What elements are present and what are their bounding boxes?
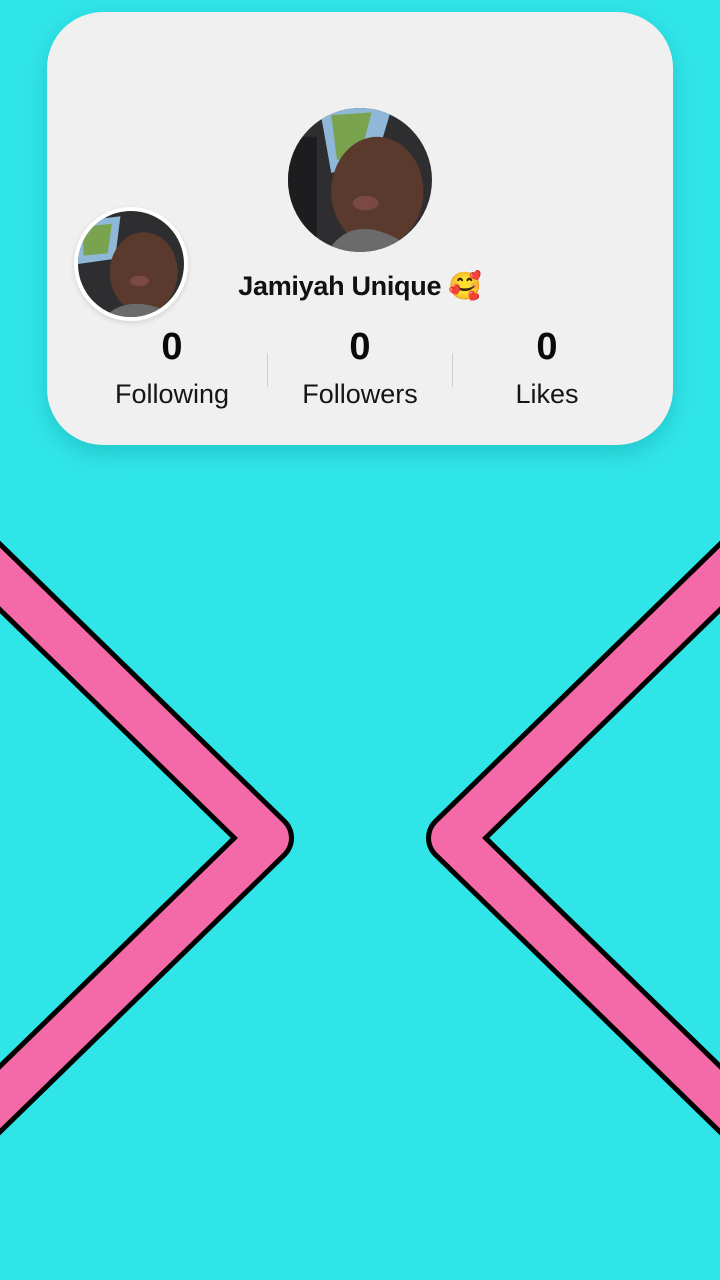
stat-followers[interactable]: 0 Followers	[275, 322, 445, 414]
chevron-decoration	[0, 540, 720, 1136]
stat-following[interactable]: 0 Following	[87, 322, 257, 414]
followers-count: 0	[349, 326, 371, 368]
avatar-photo	[288, 108, 432, 252]
stat-divider	[452, 353, 453, 387]
profile-avatar[interactable]	[288, 108, 432, 252]
likes-label: Likes	[515, 379, 579, 409]
followers-label: Followers	[302, 379, 418, 409]
story-avatar[interactable]	[74, 207, 188, 321]
following-label: Following	[114, 379, 230, 409]
display-name: Jamiyah Unique 🥰	[238, 271, 482, 301]
likes-count: 0	[536, 326, 558, 368]
stat-divider	[267, 353, 268, 387]
stat-likes[interactable]: 0 Likes	[462, 322, 632, 414]
chevron-left-icon	[426, 540, 720, 1136]
profile-card: Jamiyah Unique 🥰 0 Following 0 Followers…	[47, 12, 673, 445]
chevron-right-icon	[0, 540, 294, 1136]
following-count: 0	[161, 326, 183, 368]
